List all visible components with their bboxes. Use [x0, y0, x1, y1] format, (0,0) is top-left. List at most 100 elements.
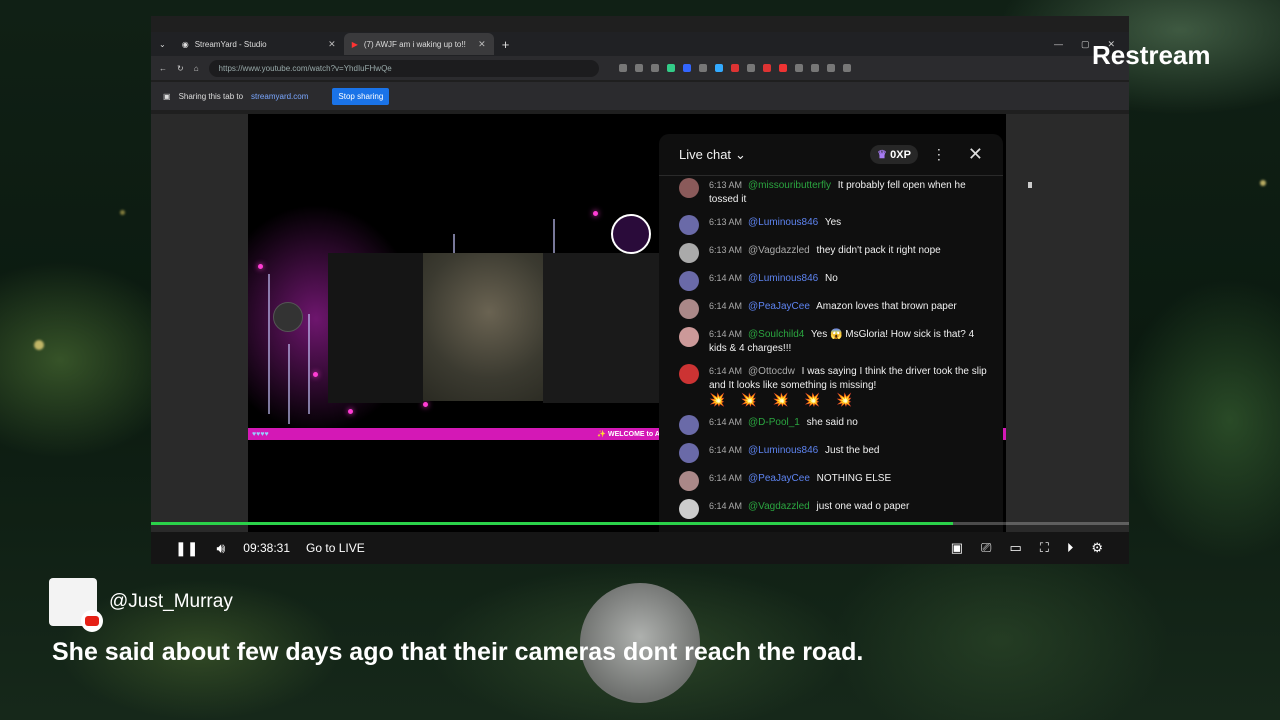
sharing-target-link[interactable]: streamyard.com — [251, 92, 308, 101]
chat-message: 6:14 AM @D-Pool_1 she said no — [679, 415, 989, 435]
tab-streamyard[interactable]: ◉ StreamYard - Studio ✕ — [174, 33, 344, 55]
home-icon[interactable]: ⌂ — [194, 64, 199, 73]
close-tab-icon[interactable]: ✕ — [328, 39, 336, 50]
stop-sharing-button[interactable]: Stop sharing — [332, 87, 390, 105]
chat-avatar[interactable] — [679, 471, 699, 491]
chat-message: 6:13 AM @Vagdazzled they didn't pack it r… — [679, 243, 989, 263]
chat-messages: 6:13 AM @missouributterfly It probably fe… — [659, 176, 1003, 519]
cast-icon[interactable]: ⎚ — [981, 540, 991, 556]
chat-message: 6:14 AM @Luminous846 Just the bed — [679, 443, 989, 463]
chat-avatar[interactable] — [679, 243, 699, 263]
chat-username[interactable]: @Ottocdw — [748, 366, 795, 377]
chat-message: 6:13 AM @missouributterfly It probably fe… — [679, 178, 989, 207]
chat-avatar[interactable] — [679, 443, 699, 463]
time-display: 09:38:31 — [243, 541, 291, 555]
chat-username[interactable]: @Luminous846 — [748, 445, 818, 456]
chat-timestamp: 6:14 AM — [709, 301, 743, 311]
chat-avatar[interactable] — [679, 499, 699, 519]
commenter-avatar — [49, 578, 103, 632]
chat-text: Amazon loves that brown paper — [813, 301, 957, 312]
chat-avatar[interactable] — [679, 271, 699, 291]
chat-message: 6:14 AM @Soulchild4 Yes 😱 MsGloria! How s… — [679, 327, 989, 356]
miniplayer-icon[interactable]: ▣ — [951, 540, 963, 556]
address-bar-row: ← ↻ ⌂ https://www.youtube.com/watch?v=Yh… — [151, 56, 1129, 80]
maximize-icon[interactable]: ▢ — [1081, 39, 1090, 50]
chat-header: Live chat ⌄ ♛ 0XP ⋮ ✕ — [659, 134, 1003, 176]
chat-text: Yes — [822, 217, 842, 228]
restream-logo: Restream — [1092, 40, 1211, 70]
volume-icon[interactable]: 🔊︎ — [216, 540, 225, 557]
chat-message-body: 6:13 AM @Luminous846 Yes — [709, 215, 841, 235]
back-icon[interactable]: ← — [159, 64, 167, 73]
chat-username[interactable]: @Soulchild4 — [748, 329, 804, 340]
chat-text: they didn't pack it right nope — [813, 245, 941, 256]
chat-message: 6:13 AM @Luminous846 Yes — [679, 215, 989, 235]
chat-username[interactable]: @PeaJayCee — [748, 473, 810, 484]
tab-title: StreamYard - Studio — [194, 39, 267, 49]
chat-message-body: 6:14 AM @Soulchild4 Yes 😱 MsGloria! How s… — [709, 327, 989, 356]
chat-timestamp: 6:14 AM — [709, 417, 743, 427]
youtube-icon: ▶ — [351, 39, 358, 49]
new-tab-button[interactable]: + — [494, 33, 518, 55]
chat-message-body: 6:14 AM @Vagdazzled just one wad o paper — [709, 499, 909, 519]
chat-timestamp: 6:13 AM — [709, 217, 743, 227]
share-icon: ▣ — [163, 91, 171, 101]
chat-username[interactable]: @Vagdazzled — [748, 501, 810, 512]
sparkle — [593, 211, 598, 216]
heart-icons: ♥♥♥♥ — [252, 430, 269, 438]
chat-avatar[interactable] — [679, 215, 699, 235]
player-right-controls: ▣ ⎚ ▭ ⛶ ⏵ ⚙ — [951, 540, 1129, 556]
theater-icon[interactable]: ▭ — [1009, 540, 1021, 556]
player-controls: ❚❚ 🔊︎ 09:38:31 Go to LIVE ▣ ⎚ ▭ ⛶ ⏵ ⚙ — [151, 532, 1129, 564]
bokeh-light — [1260, 180, 1266, 186]
chat-text: just one wad o paper — [813, 501, 910, 512]
sparkle — [423, 402, 428, 407]
chat-timestamp: 6:14 AM — [709, 473, 743, 483]
chat-message-body: 6:13 AM @Vagdazzled they didn't pack it r… — [709, 243, 941, 263]
chevron-down-icon: ⌄ — [735, 146, 746, 162]
chat-avatar[interactable] — [679, 364, 699, 384]
chat-username[interactable]: @missouributterfly — [748, 180, 831, 191]
tab-youtube[interactable]: ▶ (7) AWJF am i waking up to!! ✕ — [343, 33, 494, 55]
chat-avatar[interactable] — [679, 178, 699, 198]
chat-title: Live chat — [679, 147, 732, 162]
sparkle — [313, 372, 318, 377]
close-tab-icon[interactable]: ✕ — [478, 39, 486, 50]
pause-icon[interactable]: ❚❚ — [175, 540, 198, 557]
minimize-icon[interactable]: — — [1054, 39, 1063, 50]
bokeh-light — [34, 340, 44, 350]
chat-username[interactable]: @Luminous846 — [748, 217, 818, 228]
crown-icon: ♛ — [877, 149, 888, 161]
chat-text: No — [822, 273, 838, 284]
url-input[interactable]: https://www.youtube.com/watch?v=YhdIuFHw… — [208, 59, 599, 77]
autoplay-icon[interactable]: ⏵ — [1067, 540, 1074, 556]
chat-message-body: 6:14 AM @Ottocdw I was saying I think the… — [709, 364, 989, 407]
tab-title: (7) AWJF am i waking up to!! — [363, 39, 466, 49]
chat-username[interactable]: @D-Pool_1 — [748, 417, 800, 428]
go-to-live-button[interactable]: Go to LIVE — [306, 541, 365, 555]
chat-avatar[interactable] — [679, 299, 699, 319]
mouse-cursor — [1028, 182, 1032, 188]
close-chat-icon[interactable]: ✕ — [968, 144, 983, 165]
bokeh-light — [120, 210, 125, 215]
settings-gear-icon[interactable]: ⚙ — [1091, 540, 1103, 556]
chat-mode-dropdown[interactable]: Live chat ⌄ — [679, 147, 746, 163]
chat-username[interactable]: @PeaJayCee — [748, 301, 810, 312]
chat-timestamp: 6:14 AM — [709, 501, 743, 511]
chat-username[interactable]: @Luminous846 — [748, 273, 818, 284]
video-player[interactable]: ♥♥♥♥ ✨ WELCOME to AWBJ! PLEA Live chat ⌄… — [248, 114, 1006, 539]
fullscreen-icon[interactable]: ⛶ — [1040, 540, 1049, 556]
reload-icon[interactable]: ↻ — [177, 64, 184, 73]
featured-comment: She said about few days ago that their c… — [52, 638, 864, 666]
more-options-icon[interactable]: ⋮ — [932, 146, 946, 163]
chat-emojis: 💥 💥 💥 💥 💥 — [709, 392, 859, 407]
chat-message: 6:14 AM @PeaJayCee NOTHING ELSE — [679, 471, 989, 491]
tab-list-button[interactable]: ⌄ — [151, 33, 174, 55]
chat-timestamp: 6:13 AM — [709, 180, 743, 190]
chat-username[interactable]: @Vagdazzled — [748, 245, 810, 256]
light-streak — [308, 314, 310, 414]
progress-bar[interactable] — [151, 522, 1129, 525]
chat-avatar[interactable] — [679, 327, 699, 347]
xp-badge[interactable]: ♛ 0XP — [870, 145, 918, 164]
chat-avatar[interactable] — [679, 415, 699, 435]
